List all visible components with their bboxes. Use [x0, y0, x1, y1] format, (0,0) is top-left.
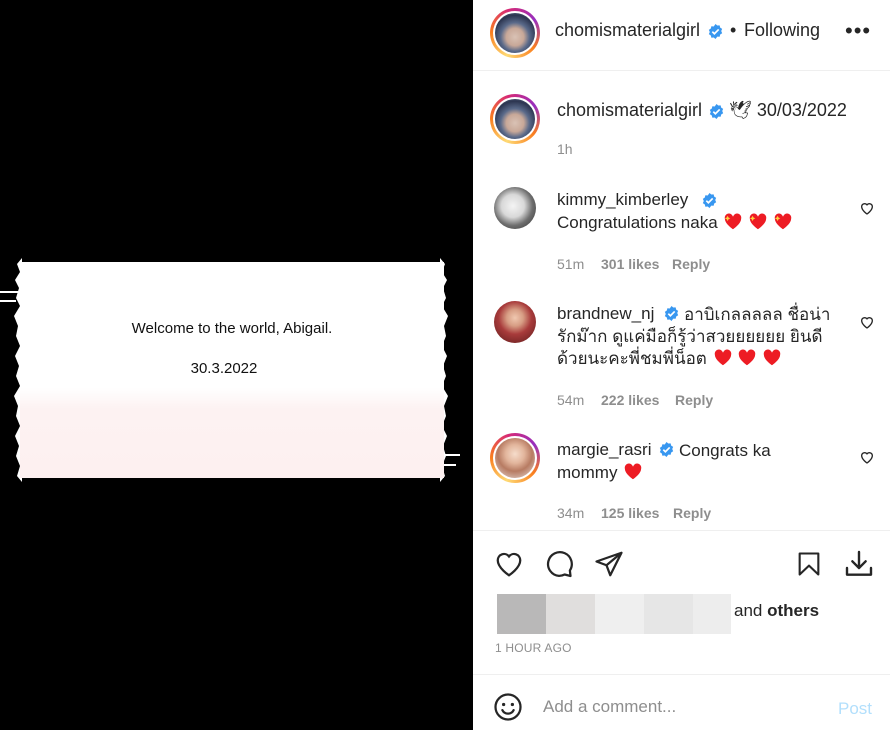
blurred-liker [693, 594, 731, 634]
caption-avatar[interactable] [490, 94, 540, 144]
comment-text: mommy [557, 462, 642, 484]
emoji-icon[interactable] [493, 692, 523, 722]
like-comment-icon[interactable] [859, 200, 875, 216]
verified-badge-icon [664, 306, 679, 321]
comment-username[interactable]: margie_rasri [557, 440, 651, 460]
sparkling-heart-icon [725, 213, 742, 230]
comment-time[interactable]: 54m [557, 392, 584, 408]
comment-text: Congratulations naka [557, 212, 792, 234]
comment-username[interactable]: brandnew_nj [557, 304, 654, 324]
sparkling-heart-icon [774, 213, 792, 230]
author-username[interactable]: chomismaterialgirl [555, 20, 700, 41]
comment-text-content: mommy [557, 463, 618, 482]
sparkling-heart-icon [749, 213, 767, 230]
commenter-avatar[interactable] [494, 301, 536, 343]
verified-badge-icon [708, 24, 723, 39]
caption-username[interactable]: chomismaterialgirl [557, 100, 702, 121]
separator-dot: • [730, 20, 737, 40]
blurred-liker [546, 594, 595, 634]
likes-and: and [734, 601, 763, 620]
blurred-liker [595, 594, 644, 634]
likes-others-link[interactable]: others [767, 601, 819, 620]
verified-badge-icon [709, 104, 724, 119]
comment-icon[interactable] [544, 549, 574, 579]
comment-time[interactable]: 51m [557, 256, 584, 272]
announcement-date: 30.3.2022 [190, 360, 258, 377]
verified-badge-icon [659, 442, 674, 457]
red-heart-icon [624, 463, 642, 480]
likes-summary[interactable]: and others [734, 601, 819, 621]
author-avatar[interactable] [490, 8, 540, 58]
like-comment-icon[interactable] [859, 449, 875, 465]
like-comment-icon[interactable] [859, 314, 875, 330]
comment-text-content: Congratulations naka [557, 213, 718, 232]
comment-time[interactable]: 34m [557, 505, 584, 521]
send-icon[interactable] [594, 549, 624, 579]
post-media[interactable]: Welcome to the world, Abigail. 30.3.2022 [0, 0, 473, 730]
red-heart-icon [739, 349, 756, 366]
red-heart-icon [763, 349, 781, 366]
reply-button[interactable]: Reply [673, 505, 711, 521]
caption-text: 🕊 30/03/2022 [729, 100, 847, 120]
comment-likes[interactable]: 301 likes [601, 256, 659, 272]
download-icon[interactable] [843, 547, 875, 581]
red-heart-icon [714, 349, 731, 366]
comment-text: ด้วยนะคะพี่ชมพี่น็อต [557, 348, 781, 370]
more-horizontal-icon[interactable]: ••• [845, 20, 871, 42]
add-comment-input[interactable] [543, 697, 823, 717]
caption-time[interactable]: 1h [557, 141, 573, 157]
comment-bar: Post [473, 674, 890, 730]
commenter-avatar[interactable] [490, 433, 540, 483]
post-side-panel: chomismaterialgirl • Following ••• chomi… [473, 0, 890, 730]
post-comment-button[interactable]: Post [838, 699, 872, 719]
reply-button[interactable]: Reply [675, 392, 713, 408]
comment-likes[interactable]: 125 likes [601, 505, 659, 521]
verified-badge-icon [702, 193, 717, 208]
comment-text-line: อาบิเกลลลลล ชื่อน่า [684, 305, 831, 324]
post-header: chomismaterialgirl • Following ••• [473, 0, 890, 71]
comment-text-line: Congrats ka [679, 441, 771, 460]
commenter-avatar[interactable] [494, 187, 536, 229]
bookmark-icon[interactable] [795, 549, 823, 579]
comment-text-content: ด้วยนะคะพี่ชมพี่น็อต [557, 349, 707, 368]
blurred-liker [644, 594, 693, 634]
comment-likes[interactable]: 222 likes [601, 392, 659, 408]
heart-icon[interactable] [494, 549, 524, 579]
comment-text-line: รักม๊าก ดูแค่มือก็รู้ว่าสวยยยยยย ยินดี [557, 327, 823, 346]
reply-button[interactable]: Reply [672, 256, 710, 272]
announcement-title: Welcome to the world, Abigail. [131, 320, 333, 337]
blurred-liker [497, 594, 546, 634]
following-button[interactable]: Following [744, 20, 820, 41]
comment-username[interactable]: kimmy_kimberley [557, 190, 688, 210]
post-timestamp[interactable]: 1 HOUR AGO [495, 641, 572, 655]
